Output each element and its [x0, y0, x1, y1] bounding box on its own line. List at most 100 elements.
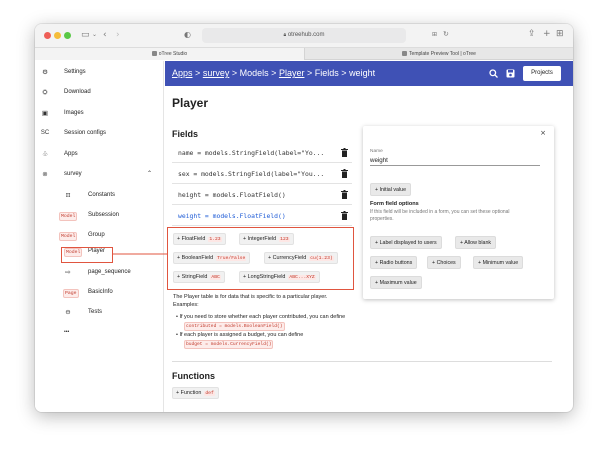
radio-buttons-button[interactable]: + Radio buttons	[370, 256, 418, 269]
button-label: + CurrencyField	[268, 255, 307, 261]
minimum-value-button[interactable]: + Minimum value	[473, 256, 524, 269]
projects-button[interactable]: Projects	[523, 66, 561, 81]
trash-icon[interactable]	[341, 190, 348, 199]
bullet-text: If you need to store whether each player…	[179, 314, 346, 320]
field-row[interactable]: height = models.FloatField()	[172, 185, 352, 205]
trash-icon[interactable]	[341, 169, 348, 178]
tab-bar: oTree Studio Template Preview Tool | oTr…	[35, 48, 573, 60]
sidebar-item-survey[interactable]: ⊚ survey ⌃	[35, 166, 164, 182]
choices-button[interactable]: + Choices	[427, 256, 461, 269]
sidebar-item-basicinfo[interactable]: Page BasicInfo	[35, 284, 164, 300]
player-highlight-box	[61, 247, 113, 263]
url-text: otreehub.com	[287, 32, 325, 38]
tab-overview-icon[interactable]: ⊞	[556, 30, 564, 39]
name-input[interactable]: weight	[370, 157, 540, 166]
maximum-value-button[interactable]: + Maximum value	[370, 276, 422, 289]
add-currencyfield-button[interactable]: + CurrencyField cu(1.23)	[264, 252, 338, 264]
address-bar[interactable]: 🔒︎ otreehub.com	[202, 28, 406, 43]
button-label: + LongStringField	[243, 274, 286, 280]
back-icon[interactable]: ‹	[103, 31, 107, 40]
page-badge: Page	[63, 289, 79, 298]
initial-value-button[interactable]: + Initial value	[370, 183, 412, 196]
sc-icon: SC	[40, 130, 50, 136]
breadcrumb-player[interactable]: Player	[279, 68, 305, 78]
chevron-up-icon[interactable]: ⌃	[147, 166, 152, 182]
zoom-window-button[interactable]	[64, 32, 71, 39]
privacy-shield-icon[interactable]: ◐	[184, 31, 191, 39]
gear-icon: ⚙	[42, 68, 48, 76]
save-icon[interactable]	[506, 69, 515, 78]
tab-label: oTree Studio	[158, 51, 188, 57]
breadcrumb-survey[interactable]: survey	[203, 68, 230, 78]
sidebar-item-label: Download	[64, 89, 91, 95]
breadcrumb-separator: >	[306, 68, 313, 78]
otree-favicon-icon	[402, 51, 408, 56]
examples-label: Examples:	[173, 302, 199, 308]
description-line: If this field will be included in a form…	[370, 209, 510, 215]
sidebar-item-tests[interactable]: ⊖ Tests	[35, 304, 164, 320]
app-icon: ⊚	[42, 170, 48, 178]
model-badge: Model	[59, 232, 78, 241]
field-code: height = models.FloatField()	[178, 191, 286, 199]
sidebar-item-session-configs[interactable]: SC Session configs	[35, 125, 164, 141]
breadcrumb-separator: >	[271, 68, 277, 78]
breadcrumb-apps[interactable]: Apps	[172, 68, 193, 78]
chevron-down-icon[interactable]: ⌄	[92, 32, 97, 38]
field-row-selected[interactable]: weight = models.FloatField()	[172, 206, 352, 226]
add-stringfield-button[interactable]: + StringField ABC	[173, 271, 225, 283]
close-icon[interactable]: ×	[540, 129, 546, 137]
add-longstringfield-button[interactable]: + LongStringField ABC...XYZ	[239, 271, 320, 283]
breadcrumb-weight: weight	[349, 68, 376, 78]
code-badge: True/False	[216, 256, 247, 261]
bullet-text: If each player is assigned a budget, you…	[179, 332, 304, 338]
trash-icon[interactable]	[341, 148, 348, 157]
sidebar-item-page-sequence[interactable]: ⇨ page_sequence	[35, 264, 164, 280]
sidebar-item-images[interactable]: ▣ Images	[35, 105, 164, 121]
search-icon[interactable]	[489, 69, 498, 78]
browser-window: ▭ ⌄ ‹ › ◐ 🔒︎ otreehub.com ⊞ ↻ ⇪ + ⊞ oTre…	[35, 24, 573, 412]
tab-otree-studio[interactable]: oTree Studio	[35, 48, 304, 60]
sidebar-item-download[interactable]: ⛭ Download	[35, 84, 164, 100]
minimize-window-button[interactable]	[54, 32, 61, 39]
tests-icon: ⊖	[65, 308, 71, 316]
field-row[interactable]: sex = models.StringField(label="You...	[172, 164, 352, 184]
sidebar-item-subsession[interactable]: Model Subsession	[35, 207, 164, 223]
label-option-button[interactable]: + Label displayed to users	[370, 236, 442, 249]
sidebar-item-label: Settings	[64, 69, 86, 75]
code-badge: ABC	[210, 275, 221, 280]
sidebar-item-constants[interactable]: π Constants	[35, 187, 164, 203]
share-icon[interactable]: ⇪	[528, 30, 536, 39]
functions-heading: Functions	[172, 371, 215, 381]
add-floatfield-button[interactable]: + FloatField 1.23	[173, 233, 226, 245]
sidebar-more[interactable]: •••	[35, 324, 164, 340]
translate-icon[interactable]: ⊞	[432, 32, 437, 38]
allow-blank-button[interactable]: + Allow blank	[455, 236, 497, 249]
add-booleanfield-button[interactable]: + BooleanField True/False	[173, 252, 251, 264]
sequence-icon: ⇨	[65, 268, 71, 276]
code-badge: cu(1.23)	[309, 256, 334, 261]
sidebar-toggle-icon[interactable]: ▭	[81, 31, 90, 40]
sidebar-item-label: Images	[64, 110, 84, 116]
field-code: name = models.StringField(label="Yo...	[178, 149, 325, 157]
apps-icon: ♧	[42, 150, 48, 158]
field-row[interactable]: name = models.StringField(label="Yo...	[172, 143, 352, 163]
reload-icon[interactable]: ↻	[443, 31, 449, 38]
sidebar-item-label: Subsession	[88, 212, 120, 218]
add-integerfield-button[interactable]: + IntegerField 123	[239, 233, 294, 245]
sidebar-item-group[interactable]: Model Group	[35, 227, 164, 243]
add-function-button[interactable]: + Function def	[172, 387, 219, 399]
trash-icon[interactable]	[341, 211, 348, 220]
code-badge: 1.23	[208, 237, 222, 242]
tab-template-preview[interactable]: Template Preview Tool | oTree	[304, 48, 573, 60]
sidebar-item-label: Tests	[88, 309, 103, 315]
form-options-description: If this field will be included in a form…	[370, 209, 510, 223]
forward-icon[interactable]: ›	[116, 31, 120, 40]
sidebar-item-apps[interactable]: ♧ Apps	[35, 146, 164, 162]
sidebar-item-settings[interactable]: ⚙ Settings	[35, 64, 164, 80]
close-window-button[interactable]	[44, 32, 51, 39]
new-tab-icon[interactable]: +	[543, 30, 551, 39]
code-snippet: contributed = models.BooleanField()	[184, 322, 285, 331]
breadcrumb-separator: >	[341, 68, 347, 78]
otree-favicon-icon	[151, 51, 157, 56]
download-icon: ⛭	[42, 88, 48, 96]
